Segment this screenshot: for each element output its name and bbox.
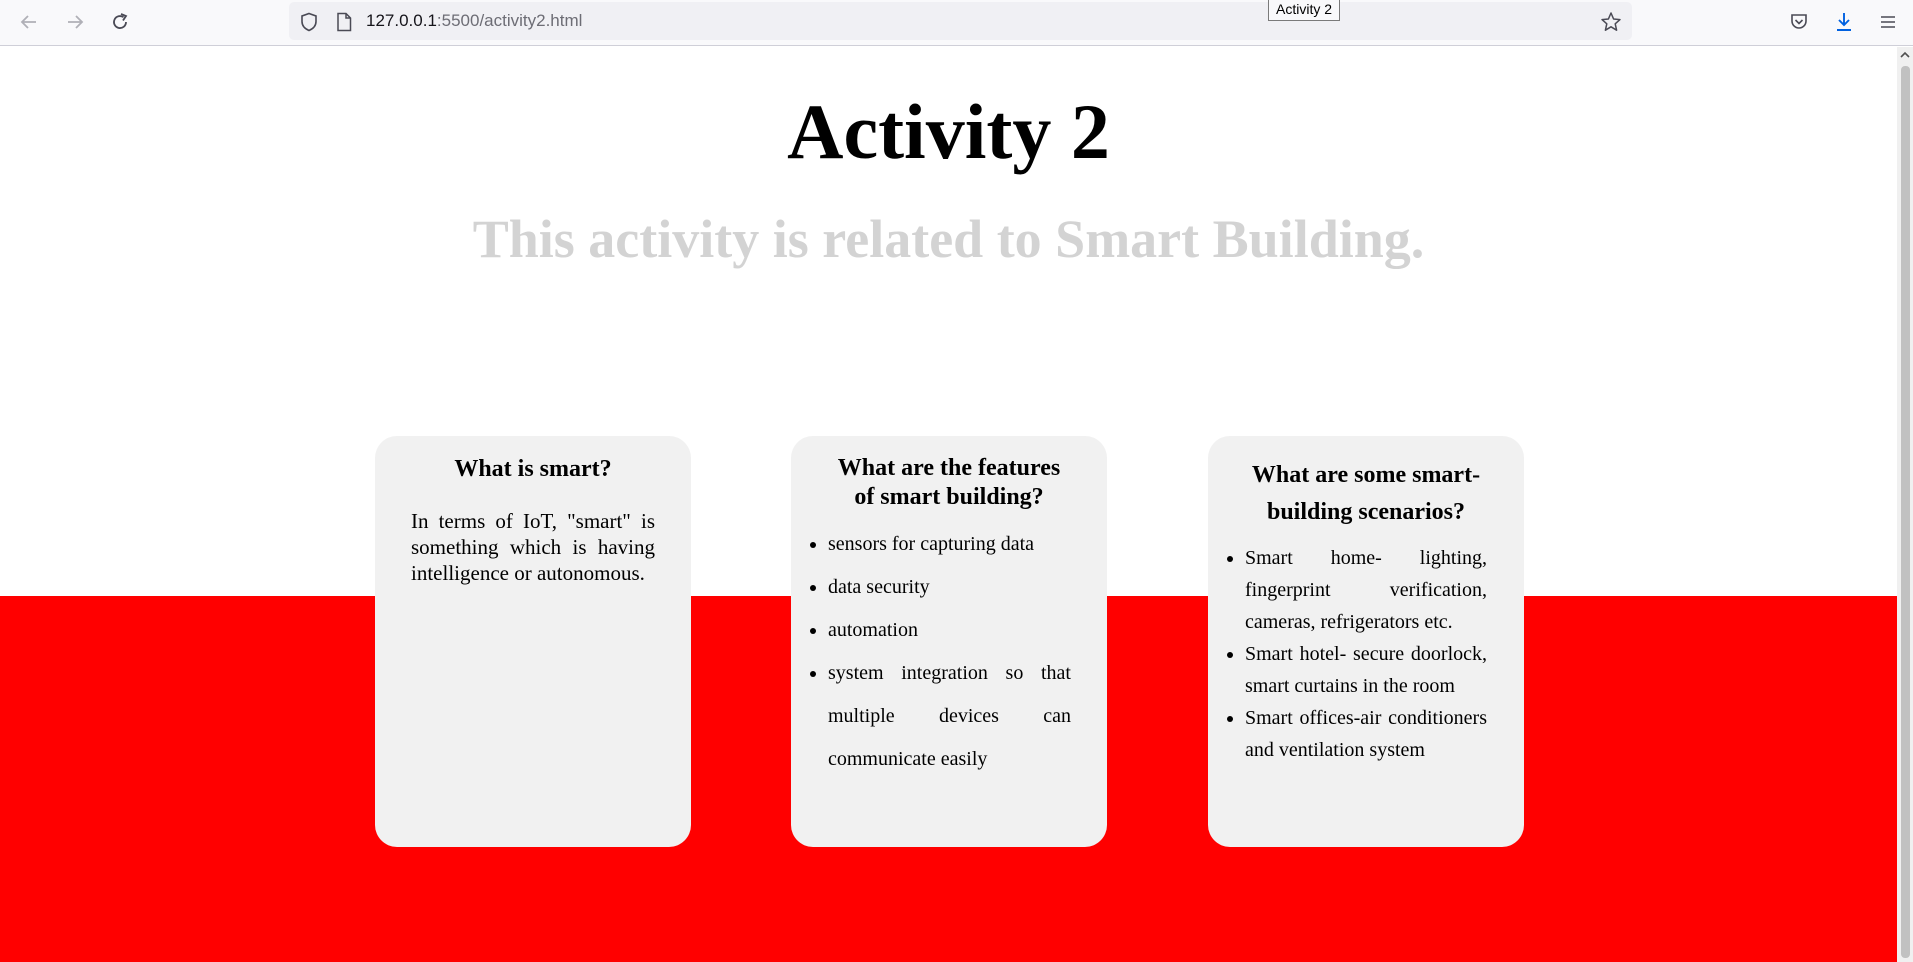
list-item: system integration so that multiple devi… bbox=[828, 652, 1071, 781]
list-item: automation bbox=[828, 609, 1071, 652]
forward-button[interactable] bbox=[60, 8, 90, 36]
card-heading: What are the features of smart building? bbox=[837, 455, 1061, 510]
back-button[interactable] bbox=[14, 8, 44, 36]
url-host: 127.0.0.1 bbox=[366, 11, 437, 30]
browser-toolbar: 127.0.0.1:5500/activity2.html Activity 2 bbox=[0, 0, 1913, 46]
list-item: data security bbox=[828, 566, 1071, 609]
card-heading: What is smart? bbox=[454, 456, 612, 482]
reload-button[interactable] bbox=[105, 8, 135, 36]
page-viewport: Activity 2 This activity is related to S… bbox=[0, 47, 1897, 962]
card-scenarios: What are some smart-building scenarios? … bbox=[1208, 436, 1524, 847]
list-item: Smart home- lighting, fingerprint verifi… bbox=[1245, 542, 1487, 638]
card-features: What are the features of smart building?… bbox=[791, 436, 1107, 847]
card-heading: What are some smart-building scenarios? bbox=[1251, 462, 1481, 525]
list-item: Smart offices-air conditioners and venti… bbox=[1245, 702, 1487, 766]
url-bar[interactable]: 127.0.0.1:5500/activity2.html bbox=[289, 2, 1632, 40]
downloads-button[interactable] bbox=[1830, 9, 1858, 35]
features-list: sensors for capturing data data security… bbox=[791, 523, 1071, 781]
list-item: sensors for capturing data bbox=[828, 523, 1071, 566]
card-text: In terms of IoT, "smart" is something wh… bbox=[411, 509, 655, 585]
page-icon[interactable] bbox=[332, 10, 356, 34]
card-what-is-smart: What is smart? In terms of IoT, "smart" … bbox=[375, 436, 691, 847]
tab-tooltip: Activity 2 bbox=[1268, 0, 1341, 21]
scroll-up-arrow-icon[interactable] bbox=[1900, 50, 1910, 60]
list-item: Smart hotel- secure doorlock, smart curt… bbox=[1245, 638, 1487, 702]
hamburger-menu-icon bbox=[1881, 16, 1895, 28]
url-text: 127.0.0.1:5500/activity2.html bbox=[366, 11, 582, 31]
arrow-right-icon bbox=[68, 15, 84, 29]
scrollbar-thumb[interactable] bbox=[1901, 66, 1910, 958]
scenarios-list: Smart home- lighting, fingerprint verifi… bbox=[1208, 542, 1487, 766]
page-subtitle: This activity is related to Smart Buildi… bbox=[472, 209, 1425, 269]
page-title: Activity 2 bbox=[787, 88, 1110, 175]
shield-icon[interactable] bbox=[297, 10, 321, 34]
download-icon bbox=[1837, 13, 1851, 31]
menu-button[interactable] bbox=[1874, 9, 1902, 35]
reload-icon bbox=[113, 13, 128, 29]
url-path: :5500/activity2.html bbox=[436, 11, 583, 30]
pocket-icon bbox=[1791, 14, 1807, 29]
pocket-button[interactable] bbox=[1785, 9, 1813, 35]
star-icon[interactable] bbox=[1599, 10, 1623, 34]
arrow-left-icon bbox=[20, 15, 36, 29]
